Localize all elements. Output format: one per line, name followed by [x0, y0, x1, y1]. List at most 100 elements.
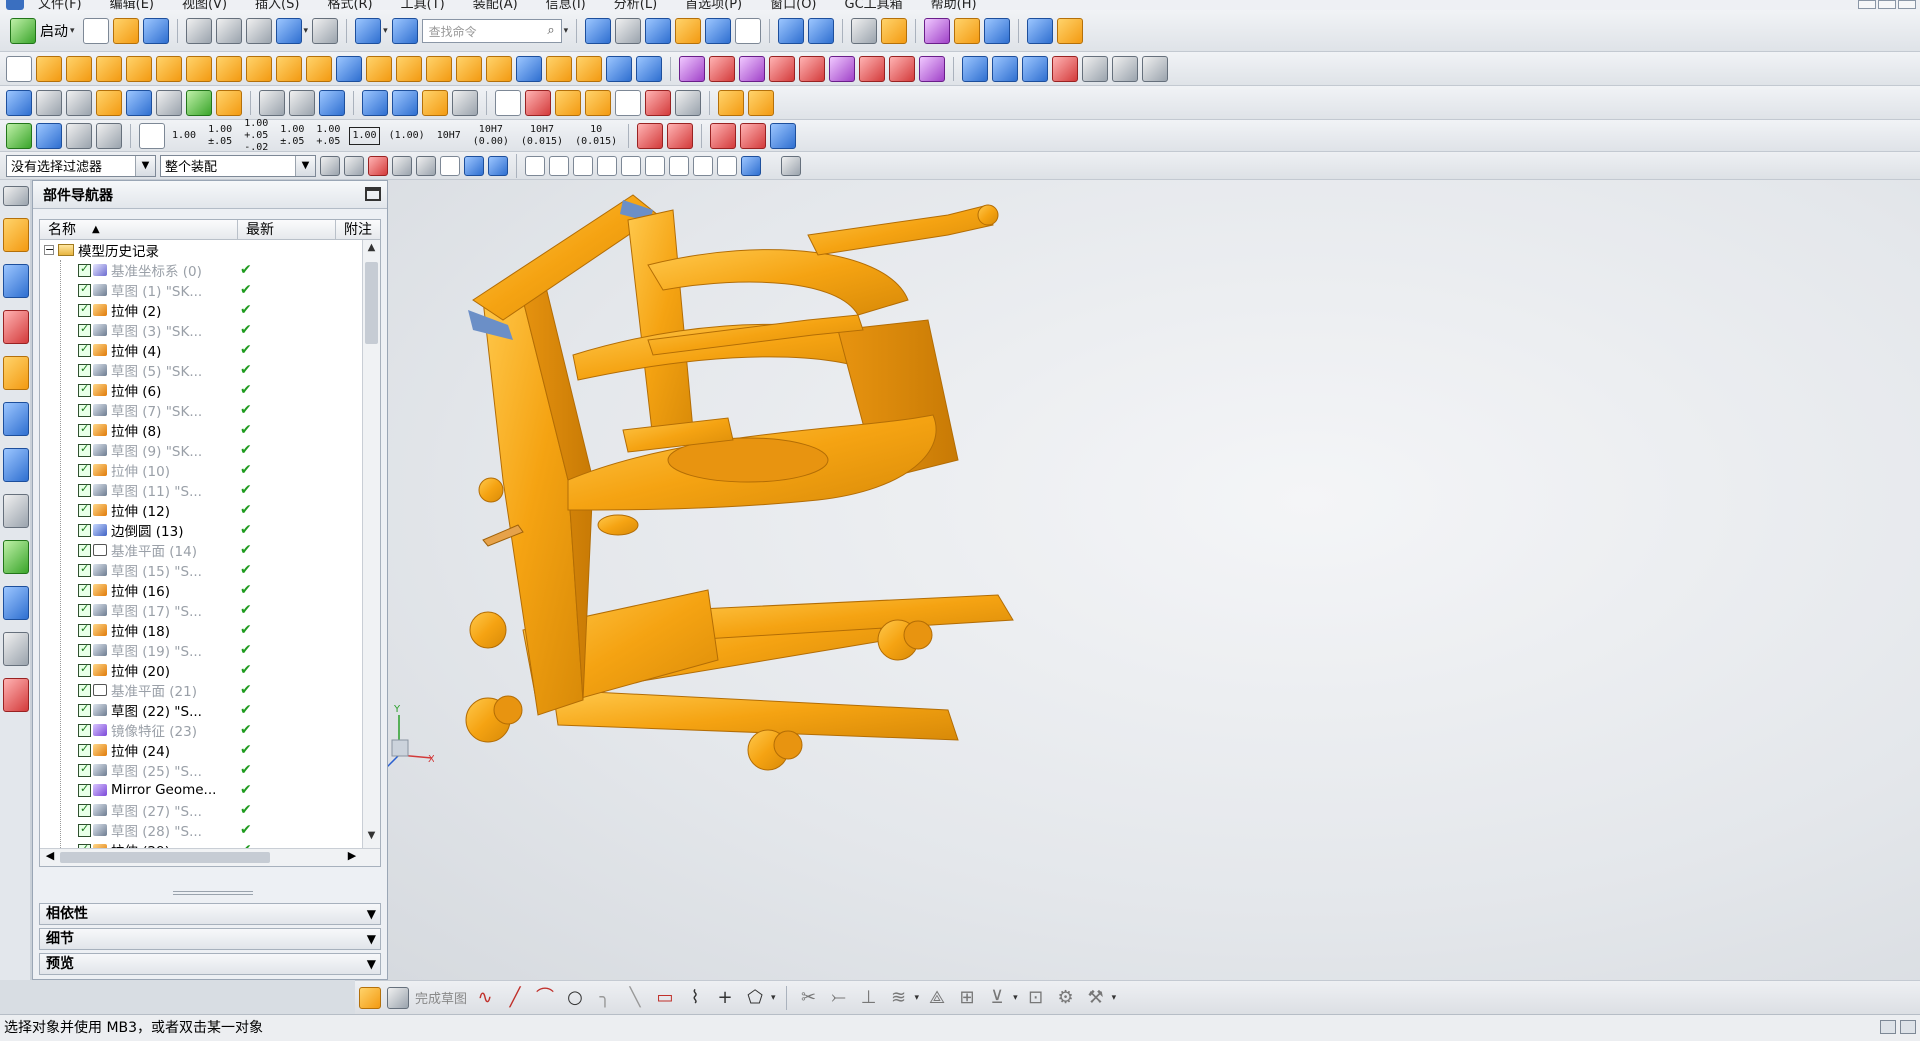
cylinder-tool-icon[interactable]: [362, 89, 388, 116]
helix-icon[interactable]: [1112, 55, 1138, 82]
redo-icon[interactable]: [312, 17, 339, 44]
make-corner-icon[interactable]: ⊥: [857, 987, 881, 1009]
visibility-checkbox[interactable]: [78, 822, 91, 837]
dimension-icon[interactable]: ⊞: [955, 987, 979, 1009]
spline-icon[interactable]: [319, 89, 345, 116]
tree-row[interactable]: 基准平面 (21) ✔: [40, 680, 362, 700]
tree-row[interactable]: Mirror Geome... ✔: [40, 780, 362, 800]
axis-icon[interactable]: [96, 122, 122, 149]
copy-icon[interactable]: [215, 17, 242, 44]
cube-view-icon[interactable]: [645, 17, 672, 44]
visibility-checkbox[interactable]: [78, 562, 91, 577]
precision-button[interactable]: 1.00 ±.05: [277, 121, 307, 151]
visibility-checkbox[interactable]: [78, 382, 91, 397]
sketch-icon[interactable]: [6, 55, 32, 82]
revolve-icon[interactable]: [66, 55, 92, 82]
orient-icon[interactable]: [705, 17, 732, 44]
weld-icon[interactable]: [555, 89, 581, 116]
visibility-checkbox[interactable]: [78, 782, 91, 797]
notes-icon[interactable]: [781, 155, 801, 176]
point-set-icon[interactable]: [6, 89, 32, 116]
display-icon[interactable]: [186, 89, 212, 116]
brush-icon[interactable]: [416, 155, 436, 176]
finish-sketch-icon[interactable]: [387, 986, 409, 1009]
block-icon[interactable]: [96, 55, 122, 82]
sew-icon[interactable]: [636, 55, 662, 82]
table-icon[interactable]: [851, 17, 878, 44]
tree-row[interactable]: 草图 (25) "S... ✔: [40, 760, 362, 780]
snap-midpoint-icon[interactable]: [549, 155, 569, 176]
visibility-checkbox[interactable]: [78, 502, 91, 517]
scroll-thumb[interactable]: [60, 852, 270, 863]
profile-icon[interactable]: ∿: [473, 987, 497, 1009]
visibility-checkbox[interactable]: [78, 582, 91, 597]
line-icon[interactable]: [259, 89, 285, 116]
boss-icon[interactable]: [216, 55, 242, 82]
move-to-layer-icon[interactable]: [66, 89, 92, 116]
tree-row[interactable]: 草图 (1) "SK... ✔: [40, 280, 362, 300]
visibility-checkbox[interactable]: [78, 682, 91, 697]
analysis-icon[interactable]: [924, 17, 951, 44]
return-icon[interactable]: [770, 122, 797, 149]
fit-view-icon[interactable]: [735, 17, 762, 44]
layer-settings-icon[interactable]: [36, 89, 62, 116]
chevron-down-icon[interactable]: ▾: [1112, 993, 1117, 1003]
visibility-checkbox[interactable]: [78, 362, 91, 377]
menu-item[interactable]: 装配(A): [459, 0, 532, 10]
body-select-icon[interactable]: [488, 155, 508, 176]
snap-control-icon[interactable]: [573, 155, 593, 176]
unite-icon[interactable]: [336, 55, 362, 82]
tolerance-icon[interactable]: [675, 89, 701, 116]
face-select-icon[interactable]: [464, 155, 484, 176]
precision-button[interactable]: 10H7 (0.015): [518, 121, 566, 151]
minimize-button[interactable]: [1858, 0, 1876, 9]
settings-icon[interactable]: [452, 89, 478, 116]
chevron-down-icon[interactable]: ▾: [383, 26, 388, 36]
open-folder-icon[interactable]: [112, 17, 139, 44]
replace-face-icon[interactable]: [769, 55, 795, 82]
tree-row[interactable]: 草图 (28) "S... ✔: [40, 820, 362, 840]
visibility-checkbox[interactable]: [78, 742, 91, 757]
slot-icon[interactable]: [306, 55, 332, 82]
auto-constrain-icon[interactable]: ⊡: [1024, 987, 1048, 1009]
visibility-checkbox[interactable]: [78, 702, 91, 717]
datum-plane-icon[interactable]: [516, 55, 542, 82]
finish-sketch-button[interactable]: 完成草图: [415, 988, 467, 1007]
snap-quadrant-icon[interactable]: [645, 155, 665, 176]
web-browser-icon[interactable]: [3, 448, 29, 482]
chevron-down-icon[interactable]: ▾: [564, 26, 569, 36]
table-grid-icon[interactable]: [525, 89, 551, 116]
probe-icon[interactable]: [392, 89, 418, 116]
tree-row[interactable]: 拉伸 (4) ✔: [40, 340, 362, 360]
selection-icon[interactable]: [585, 17, 612, 44]
tree-vertical-scrollbar[interactable]: ▲ ▼: [362, 240, 380, 848]
mirror-icon[interactable]: [606, 55, 632, 82]
menu-item[interactable]: 编辑(E): [96, 0, 168, 10]
no-diameter-icon[interactable]: [740, 122, 767, 149]
visibility-checkbox[interactable]: [78, 402, 91, 417]
tree-row[interactable]: 拉伸 (12) ✔: [40, 500, 362, 520]
snap-center-icon[interactable]: [621, 155, 641, 176]
pen-icon[interactable]: [637, 122, 664, 149]
rectangle-icon[interactable]: ▭: [653, 987, 677, 1009]
visibility-checkbox[interactable]: [78, 322, 91, 337]
extrude-icon[interactable]: [36, 55, 62, 82]
visibility-checkbox[interactable]: [78, 422, 91, 437]
show-constraints-icon[interactable]: ⚙: [1054, 987, 1078, 1009]
graphics-window[interactable]: Y X: [388, 180, 1920, 980]
paste-icon[interactable]: [245, 17, 272, 44]
tree-row[interactable]: 草图 (11) "S... ✔: [40, 480, 362, 500]
color-icon[interactable]: [216, 89, 242, 116]
split-icon[interactable]: [739, 55, 765, 82]
start-button[interactable]: 启动 ▾: [6, 17, 79, 44]
chevron-down-icon[interactable]: ▾: [771, 993, 776, 1003]
restore-button[interactable]: [1878, 0, 1896, 9]
tree-row[interactable]: 草图 (7) "SK... ✔: [40, 400, 362, 420]
delete-face-icon[interactable]: [859, 55, 885, 82]
visibility-checkbox[interactable]: [78, 662, 91, 677]
constraint-navigator-icon[interactable]: [3, 264, 29, 298]
constraint-icon[interactable]: ⊻: [985, 987, 1009, 1009]
tree-row[interactable]: 草图 (15) "S... ✔: [40, 560, 362, 580]
scroll-up-icon[interactable]: ▲: [363, 242, 380, 258]
tree-row[interactable]: 草图 (22) "S... ✔: [40, 700, 362, 720]
